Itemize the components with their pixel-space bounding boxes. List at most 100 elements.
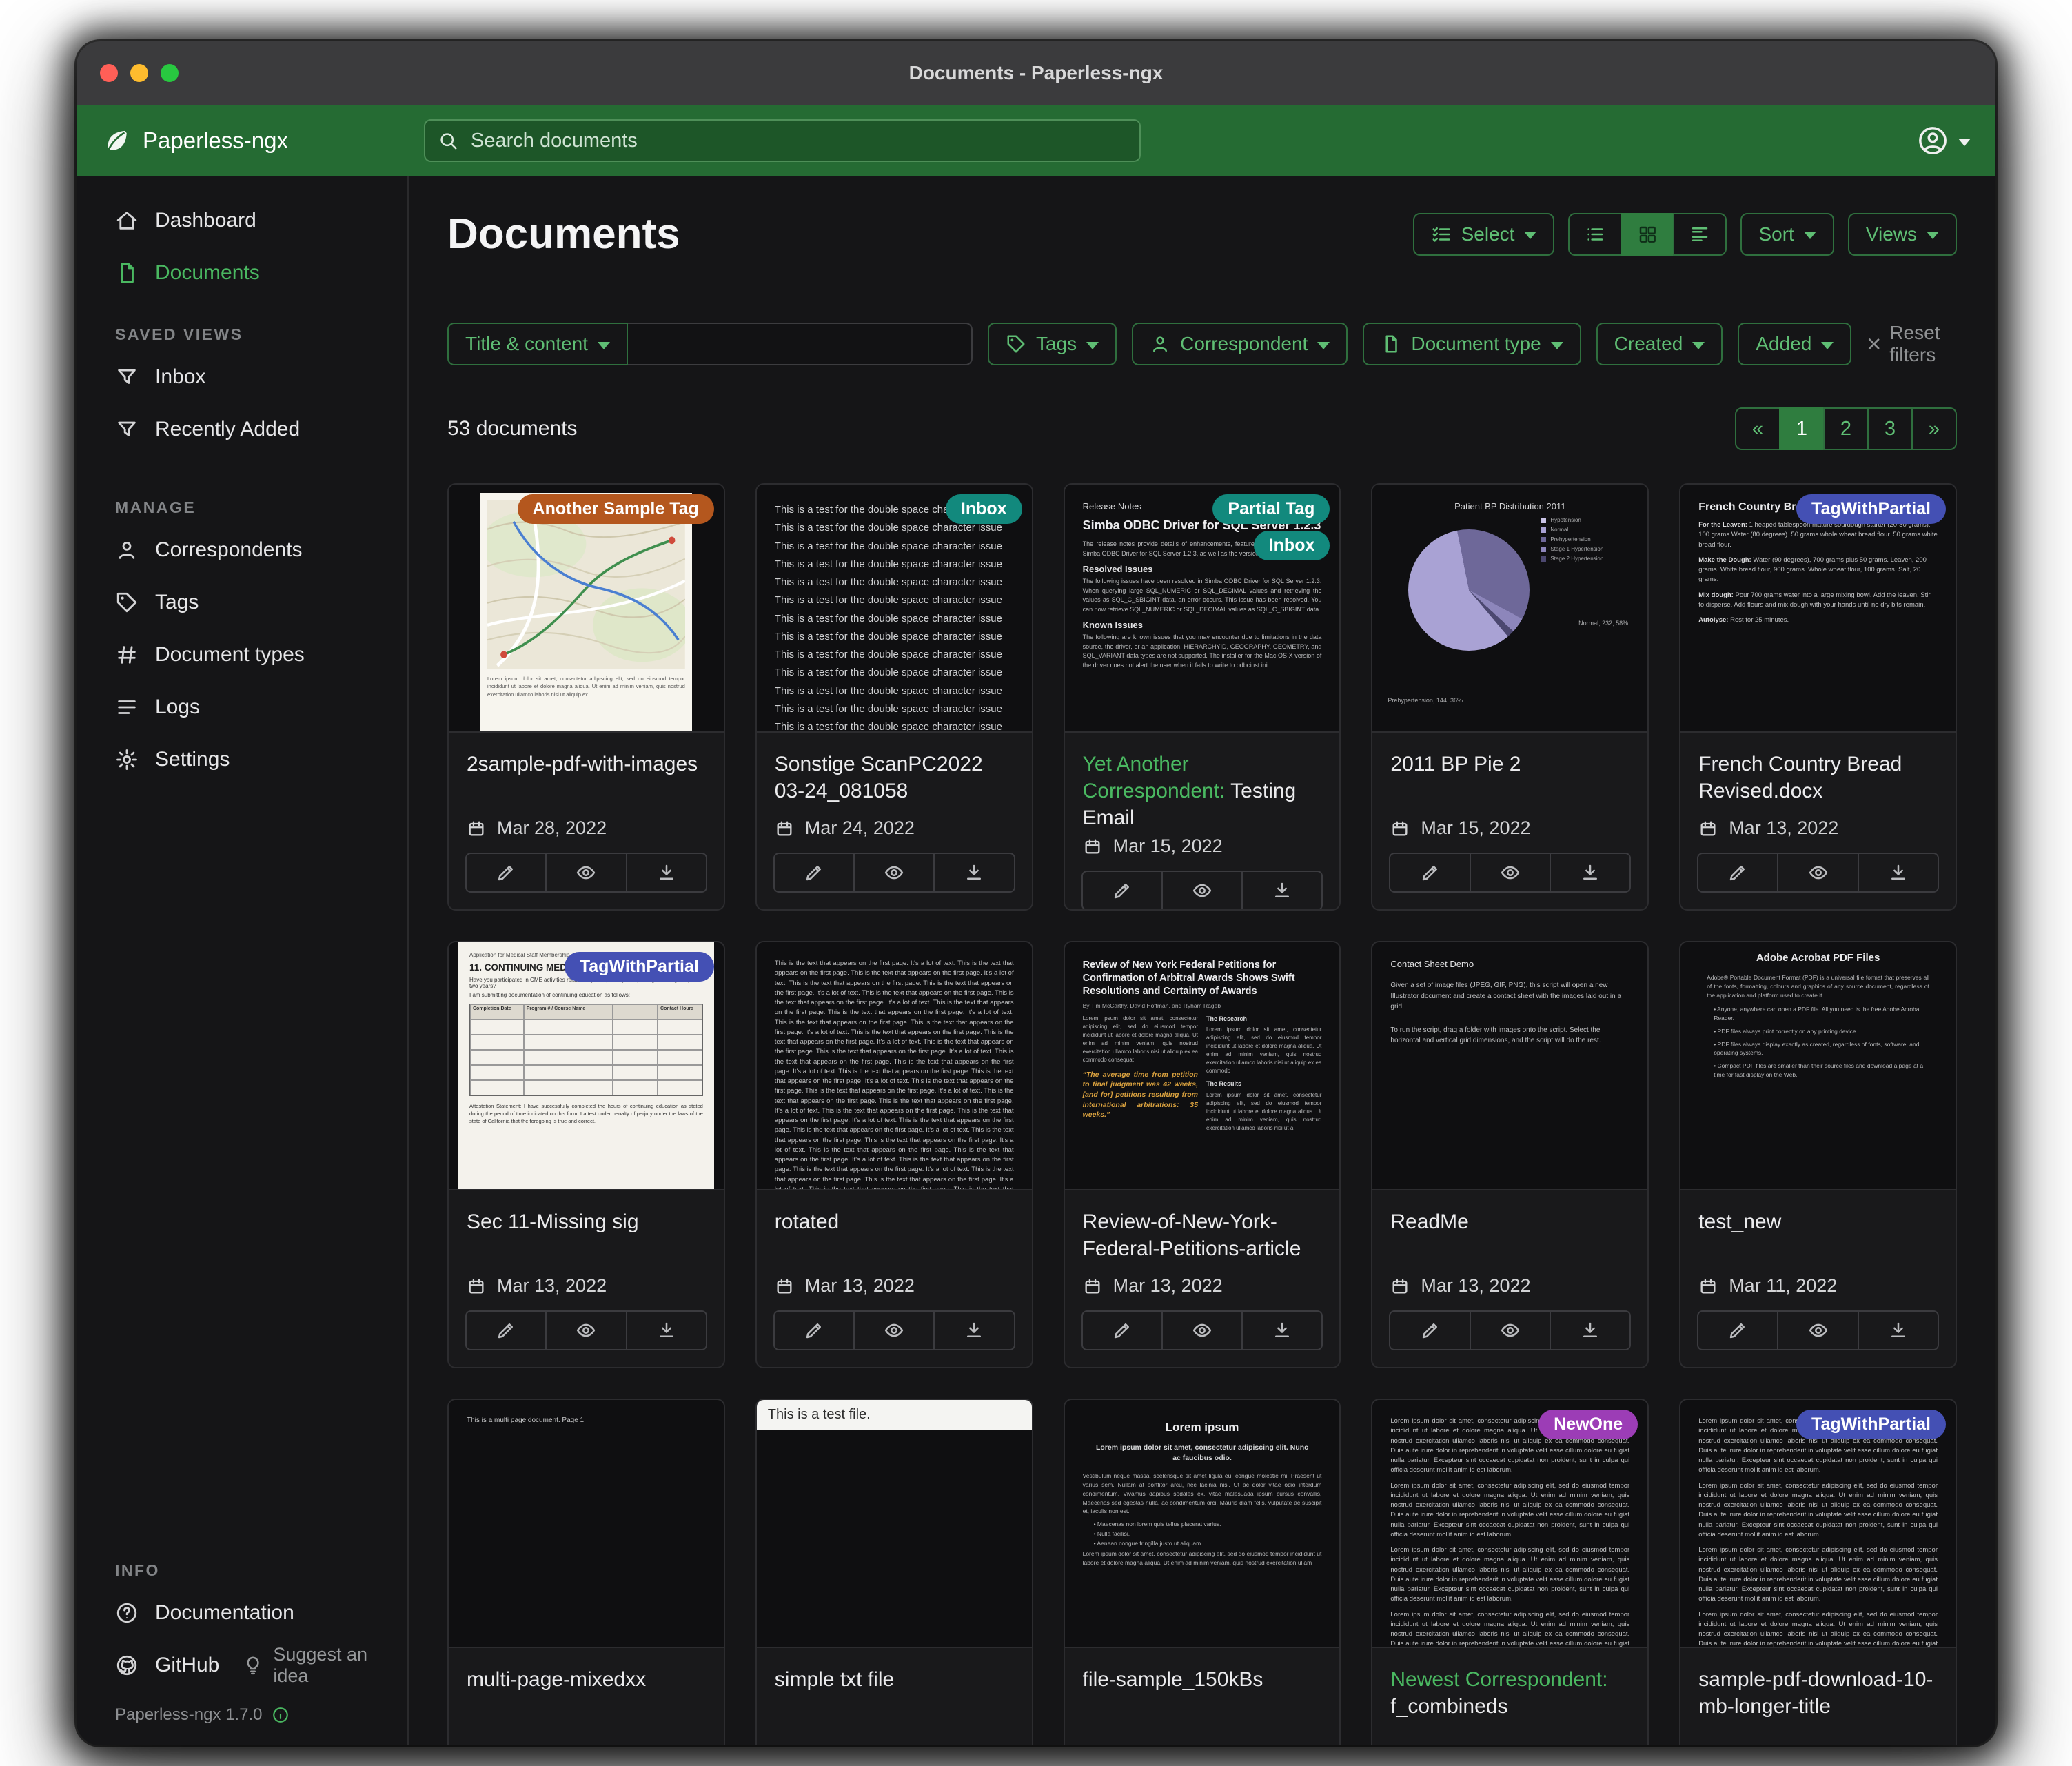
- document-card[interactable]: Lorem ipsum dolor sit amet, consectetur …: [1371, 1399, 1649, 1745]
- view-button[interactable]: [545, 854, 625, 891]
- sidebar-item-tags[interactable]: Tags: [77, 576, 407, 629]
- tag-chip[interactable]: Another Sample Tag: [518, 494, 714, 524]
- download-button[interactable]: [1858, 1312, 1938, 1349]
- detail-view-button[interactable]: [1673, 213, 1727, 256]
- document-card[interactable]: This is the text that appears on the fir…: [755, 941, 1033, 1368]
- tag-chip[interactable]: TagWithPartial: [565, 952, 714, 982]
- view-button[interactable]: [1161, 872, 1241, 909]
- minimize-window-button[interactable]: [130, 64, 148, 82]
- correspondent-filter-button[interactable]: Correspondent: [1132, 323, 1348, 365]
- download-button[interactable]: [933, 1312, 1013, 1349]
- tag-chip[interactable]: TagWithPartial: [1796, 494, 1946, 524]
- edit-button[interactable]: [1083, 1312, 1161, 1349]
- download-button[interactable]: [626, 854, 706, 891]
- document-title[interactable]: 2011 BP Pie 2: [1372, 733, 1647, 782]
- app-brand[interactable]: Paperless-ngx: [101, 127, 424, 154]
- sidebar-item-settings[interactable]: Settings: [77, 733, 407, 786]
- document-title[interactable]: Sonstige ScanPC2022 03-24_081058: [757, 733, 1032, 809]
- views-button[interactable]: Views: [1848, 213, 1957, 256]
- edit-button[interactable]: [1390, 854, 1469, 891]
- document-card[interactable]: Lorem ipsum dolor sit amet, consectetur …: [1679, 1399, 1957, 1745]
- document-title[interactable]: multi-page-mixedxx: [449, 1648, 724, 1697]
- document-thumbnail[interactable]: This is a test file.: [757, 1400, 1032, 1648]
- sidebar-item-correspondents[interactable]: Correspondents: [77, 524, 407, 576]
- edit-button[interactable]: [1083, 872, 1161, 909]
- document-card[interactable]: Application for Medical Staff Membership…: [447, 941, 725, 1368]
- list-view-button[interactable]: [1568, 213, 1622, 256]
- document-thumbnail[interactable]: Adobe Acrobat PDF FilesAdobe® Portable D…: [1680, 942, 1956, 1190]
- document-thumbnail[interactable]: French Country BreadFor the Leaven: 1 he…: [1680, 485, 1956, 733]
- document-thumbnail[interactable]: This is a test for the double space char…: [757, 485, 1032, 733]
- pagination-page-2[interactable]: 2: [1823, 407, 1869, 450]
- document-card[interactable]: Patient BP Distribution 2011HypotensionN…: [1371, 483, 1649, 911]
- view-button[interactable]: [1470, 1312, 1550, 1349]
- sidebar-item-documents[interactable]: Documents: [77, 247, 407, 299]
- grid-view-button[interactable]: [1621, 213, 1674, 256]
- view-button[interactable]: [1470, 854, 1550, 891]
- document-thumbnail[interactable]: Lorem ipsumLorem ipsum dolor sit amet, c…: [1065, 1400, 1340, 1648]
- view-button[interactable]: [1777, 854, 1857, 891]
- edit-button[interactable]: [1390, 1312, 1469, 1349]
- info-circle-icon[interactable]: [272, 1706, 290, 1724]
- download-button[interactable]: [1550, 1312, 1629, 1349]
- document-title[interactable]: Yet Another Correspondent: Testing Email: [1065, 733, 1340, 835]
- document-card[interactable]: This is a test for the double space char…: [755, 483, 1033, 911]
- edit-button[interactable]: [467, 1312, 545, 1349]
- edit-button[interactable]: [1698, 1312, 1777, 1349]
- document-card[interactable]: Lorem ipsum dolor sit amet, consectetur …: [447, 483, 725, 911]
- tags-filter-button[interactable]: Tags: [988, 323, 1117, 365]
- download-button[interactable]: [933, 854, 1013, 891]
- sidebar-item-inbox[interactable]: Inbox: [77, 351, 407, 403]
- document-thumbnail[interactable]: This is a multi page document. Page 1.: [449, 1400, 724, 1648]
- search-input[interactable]: [424, 119, 1141, 162]
- document-card[interactable]: Adobe Acrobat PDF FilesAdobe® Portable D…: [1679, 941, 1957, 1368]
- edit-button[interactable]: [775, 854, 853, 891]
- document-title[interactable]: 2sample-pdf-with-images: [449, 733, 724, 782]
- document-thumbnail[interactable]: Contact Sheet DemoGiven a set of image f…: [1372, 942, 1647, 1190]
- user-menu[interactable]: [1917, 125, 1971, 156]
- view-button[interactable]: [545, 1312, 625, 1349]
- suggest-idea-link[interactable]: Suggest an idea: [243, 1644, 407, 1687]
- sidebar-item-documentation[interactable]: Documentation: [77, 1587, 407, 1639]
- document-thumbnail[interactable]: Lorem ipsum dolor sit amet, consectetur …: [449, 485, 724, 733]
- view-button[interactable]: [1161, 1312, 1241, 1349]
- edit-button[interactable]: [467, 854, 545, 891]
- view-button[interactable]: [853, 1312, 933, 1349]
- created-filter-button[interactable]: Created: [1596, 323, 1723, 365]
- sidebar-item-github[interactable]: GitHub: [77, 1639, 219, 1692]
- sidebar-item-logs[interactable]: Logs: [77, 681, 407, 733]
- document-card[interactable]: Review of New York Federal Petitions for…: [1064, 941, 1341, 1368]
- sidebar-item-recently-added[interactable]: Recently Added: [77, 403, 407, 456]
- document-card[interactable]: Lorem ipsumLorem ipsum dolor sit amet, c…: [1064, 1399, 1341, 1745]
- pagination-prev-button[interactable]: «: [1735, 407, 1780, 450]
- title-content-dropdown[interactable]: Title & content: [447, 323, 628, 365]
- pagination-page-1[interactable]: 1: [1779, 407, 1825, 450]
- view-button[interactable]: [853, 854, 933, 891]
- download-button[interactable]: [1241, 872, 1321, 909]
- document-card[interactable]: Release NotesSimba ODBC Driver for SQL S…: [1064, 483, 1341, 911]
- download-button[interactable]: [1550, 854, 1629, 891]
- document-title[interactable]: rotated: [757, 1190, 1032, 1239]
- document-title[interactable]: file-sample_150kBs: [1065, 1648, 1340, 1697]
- pagination-next-button[interactable]: »: [1911, 407, 1957, 450]
- download-button[interactable]: [1241, 1312, 1321, 1349]
- document-thumbnail[interactable]: Application for Medical Staff Membership…: [449, 942, 724, 1190]
- tag-chip[interactable]: Inbox: [1254, 531, 1330, 560]
- close-window-button[interactable]: [100, 64, 118, 82]
- sidebar-item-dashboard[interactable]: Dashboard: [77, 194, 407, 247]
- document-title[interactable]: simple txt file: [757, 1648, 1032, 1697]
- filter-text-input[interactable]: [628, 323, 973, 365]
- added-filter-button[interactable]: Added: [1738, 323, 1851, 365]
- zoom-window-button[interactable]: [161, 64, 179, 82]
- download-button[interactable]: [1858, 854, 1938, 891]
- document-card[interactable]: This is a multi page document. Page 1. m…: [447, 1399, 725, 1745]
- document-title[interactable]: sample-pdf-download-10-mb-longer-title: [1680, 1648, 1956, 1724]
- tag-chip[interactable]: NewOne: [1538, 1410, 1638, 1439]
- document-title[interactable]: Newest Correspondent: f_combineds: [1372, 1648, 1647, 1724]
- document-thumbnail[interactable]: Patient BP Distribution 2011HypotensionN…: [1372, 485, 1647, 733]
- document-title[interactable]: French Country Bread Revised.docx: [1680, 733, 1956, 809]
- edit-button[interactable]: [1698, 854, 1777, 891]
- download-button[interactable]: [626, 1312, 706, 1349]
- document-thumbnail[interactable]: Release NotesSimba ODBC Driver for SQL S…: [1065, 485, 1340, 733]
- document-thumbnail[interactable]: Lorem ipsum dolor sit amet, consectetur …: [1680, 1400, 1956, 1648]
